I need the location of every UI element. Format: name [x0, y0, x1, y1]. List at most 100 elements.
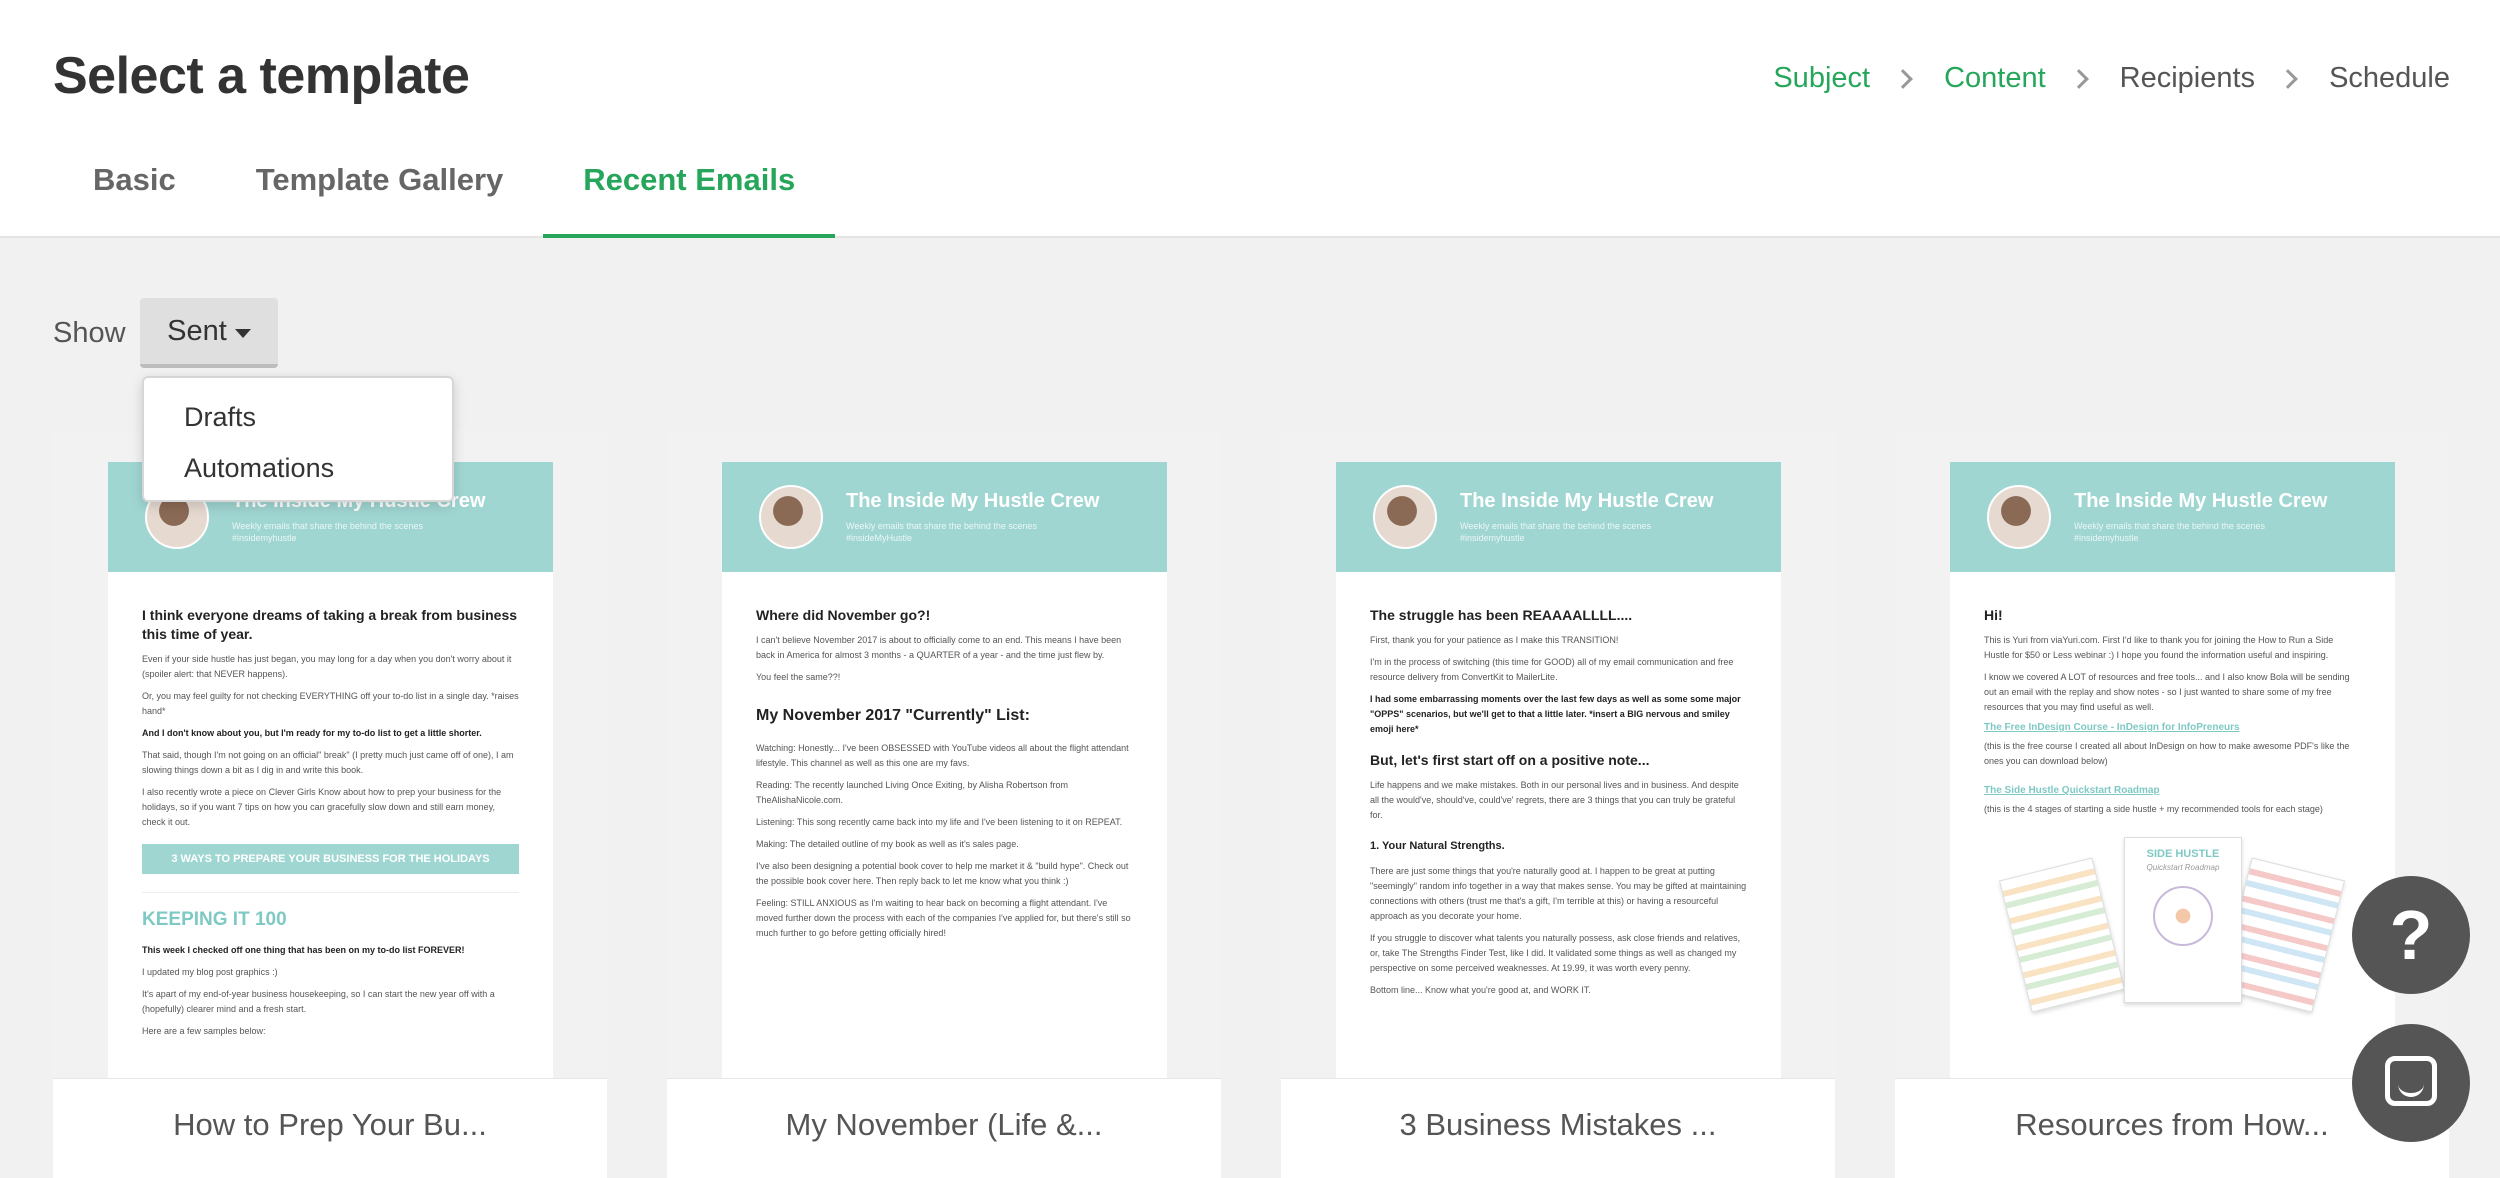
email-paragraph: This is Yuri from viaYuri.com. First I'd…	[1984, 635, 2334, 660]
banner-tag: #insidemyhustle	[232, 533, 297, 543]
email-cta-button: 3 WAYS TO PREPARE YOUR BUSINESS FOR THE …	[142, 844, 519, 874]
card-title[interactable]: My November (Life &...	[667, 1078, 1221, 1178]
email-paragraph: Listening: This song recently came back …	[756, 817, 1123, 827]
roadmap-page	[1998, 857, 2126, 1013]
email-body: Hi! This is Yuri from viaYuri.com. First…	[1950, 572, 2395, 1013]
email-thumbnail: The Inside My Hustle Crew Weekly emails …	[722, 462, 1167, 1078]
email-cards-grid: The Inside My Hustle Crew Weekly emails …	[53, 430, 2453, 1178]
chat-icon	[2385, 1056, 2437, 1106]
banner-sub-line: Weekly emails that share the behind the …	[2074, 521, 2265, 531]
filter-dropdown-menu: Drafts Automations	[142, 376, 454, 502]
banner-sub-line: Weekly emails that share the behind the …	[232, 521, 423, 531]
roadmap-illustration: SIDE HUSTLE Quickstart Roadmap	[1984, 837, 2361, 1013]
email-paragraph: I can't believe November 2017 is about t…	[756, 635, 1122, 660]
banner-subtitle: Weekly emails that share the behind the …	[846, 520, 1037, 544]
email-paragraph: First, thank you for your patience as I …	[1370, 635, 1619, 645]
help-button[interactable]: ?	[2352, 876, 2470, 994]
banner-subtitle: Weekly emails that share the behind the …	[2074, 520, 2265, 544]
banner-tag: #insideMyHustle	[846, 533, 913, 543]
email-paragraph: Life happens and we make mistakes. Both …	[1370, 780, 1739, 820]
email-paragraph: Even if your side hustle has just began,…	[142, 654, 512, 679]
banner-subtitle: Weekly emails that share the behind the …	[1460, 520, 1651, 544]
email-preview: The Inside My Hustle Crew Weekly emails …	[1281, 430, 1835, 1078]
show-filter-value: Sent	[167, 314, 227, 347]
top-bar: Select a template Subject Content Recipi…	[0, 0, 2500, 238]
show-filter-label: Show	[53, 317, 126, 349]
avatar	[759, 485, 823, 549]
caret-down-icon	[234, 328, 251, 338]
chevron-right-icon	[2068, 68, 2089, 89]
email-preview: The Inside My Hustle Crew Weekly emails …	[667, 430, 1221, 1078]
tab-basic[interactable]: Basic	[53, 150, 216, 238]
dropdown-item-drafts[interactable]: Drafts	[144, 392, 452, 443]
email-paragraph: This week I checked off one thing that h…	[142, 945, 465, 955]
step-subject[interactable]: Subject	[1773, 62, 1870, 95]
email-paragraph: It's apart of my end-of-year business ho…	[142, 989, 495, 1014]
email-heading: I think everyone dreams of taking a brea…	[142, 607, 518, 642]
banner-tag: #insidemyhustle	[1460, 533, 1525, 543]
email-paragraph: Bottom line... Know what you're good at,…	[1370, 985, 1591, 995]
show-filter-dropdown[interactable]: Sent	[140, 298, 278, 368]
tab-recent-emails[interactable]: Recent Emails	[543, 150, 836, 238]
email-paragraph: I know we covered A LOT of resources and…	[1984, 672, 2350, 712]
chevron-right-icon	[1893, 68, 1913, 89]
email-paragraph: I'm in the process of switching (this ti…	[1370, 657, 1734, 682]
email-paragraph: I updated my blog post graphics :)	[142, 967, 278, 977]
email-body: Where did November go?! I can't believe …	[722, 572, 1167, 941]
email-paragraph: If you struggle to discover what talents…	[1370, 933, 1741, 973]
email-paragraph: You feel the same??!	[756, 672, 841, 682]
email-link: The Side Hustle Quickstart Roadmap	[1984, 785, 2160, 796]
email-paragraph: Making: The detailed outline of my book …	[756, 839, 1019, 849]
step-schedule[interactable]: Schedule	[2329, 62, 2450, 95]
email-thumbnail: The Inside My Hustle Crew Weekly emails …	[1336, 462, 1781, 1078]
email-paragraph: Watching: Honestly... I've been OBSESSED…	[756, 743, 1129, 768]
email-section-title: KEEPING IT 100	[142, 892, 519, 931]
roadmap-subtitle: Quickstart Roadmap	[2146, 863, 2220, 872]
banner-subtitle: Weekly emails that share the behind the …	[232, 520, 423, 544]
email-paragraph: (this is the free course I created all a…	[1984, 741, 2350, 766]
banner-sub-line: Weekly emails that share the behind the …	[1460, 521, 1651, 531]
card-title[interactable]: How to Prep Your Bu...	[53, 1078, 607, 1178]
tab-template-gallery[interactable]: Template Gallery	[216, 150, 544, 238]
email-paragraph: Reading: The recently launched Living On…	[756, 780, 1069, 805]
card-title[interactable]: 3 Business Mistakes ...	[1281, 1078, 1835, 1178]
step-content[interactable]: Content	[1944, 62, 2046, 95]
email-paragraph: That said, though I'm not going on an of…	[142, 750, 514, 775]
email-thumbnail: The Inside My Hustle Crew Weekly emails …	[108, 462, 553, 1078]
roadmap-cover: SIDE HUSTLE Quickstart Roadmap	[2124, 837, 2242, 1003]
email-subheading: 1. Your Natural Strengths.	[1370, 840, 1505, 852]
compass-icon	[2153, 886, 2213, 946]
banner-sub-line: Weekly emails that share the behind the …	[846, 521, 1037, 531]
step-recipients[interactable]: Recipients	[2120, 62, 2255, 95]
chat-button[interactable]	[2352, 1024, 2470, 1142]
email-heading: Hi!	[1984, 607, 2003, 623]
email-banner: The Inside My Hustle Crew Weekly emails …	[722, 462, 1167, 572]
email-card[interactable]: The Inside My Hustle Crew Weekly emails …	[667, 430, 1221, 1178]
email-paragraph: And I don't know about you, but I'm read…	[142, 728, 482, 738]
roadmap-title: SIDE HUSTLE	[2146, 848, 2220, 860]
dropdown-item-automations[interactable]: Automations	[144, 443, 452, 494]
avatar	[1987, 485, 2051, 549]
email-banner: The Inside My Hustle Crew Weekly emails …	[1950, 462, 2395, 572]
template-tabs: Basic Template Gallery Recent Emails	[53, 150, 836, 238]
email-paragraph: I also recently wrote a piece on Clever …	[142, 787, 502, 827]
email-body: The struggle has been REAAAALLLL.... Fir…	[1336, 572, 1781, 998]
email-preview: The Inside My Hustle Crew Weekly emails …	[53, 430, 607, 1078]
email-card[interactable]: The Inside My Hustle Crew Weekly emails …	[53, 430, 607, 1178]
banner-tag: #insidemyhustle	[2074, 533, 2139, 543]
email-preview: The Inside My Hustle Crew Weekly emails …	[1895, 430, 2449, 1078]
email-card[interactable]: The Inside My Hustle Crew Weekly emails …	[1281, 430, 1835, 1178]
email-thumbnail: The Inside My Hustle Crew Weekly emails …	[1950, 462, 2395, 1078]
email-paragraph: (this is the 4 stages of starting a side…	[1984, 804, 2323, 814]
email-subheading: My November 2017 "Currently" List:	[756, 707, 1030, 724]
email-paragraph: Feeling: STILL ANXIOUS as I'm waiting to…	[756, 898, 1131, 938]
email-heading: The struggle has been REAAAALLLL....	[1370, 607, 1633, 623]
banner-title: The Inside My Hustle Crew	[1460, 490, 1714, 512]
email-paragraph: Here are a few samples below:	[142, 1026, 266, 1036]
email-heading: Where did November go?!	[756, 607, 931, 623]
wizard-steps: Subject Content Recipients Schedule	[1773, 62, 2450, 95]
avatar	[1373, 485, 1437, 549]
banner-title: The Inside My Hustle Crew	[846, 490, 1100, 512]
email-paragraph: I had some embarrassing moments over the…	[1370, 694, 1741, 734]
email-link: The Free InDesign Course - InDesign for …	[1984, 722, 2240, 733]
